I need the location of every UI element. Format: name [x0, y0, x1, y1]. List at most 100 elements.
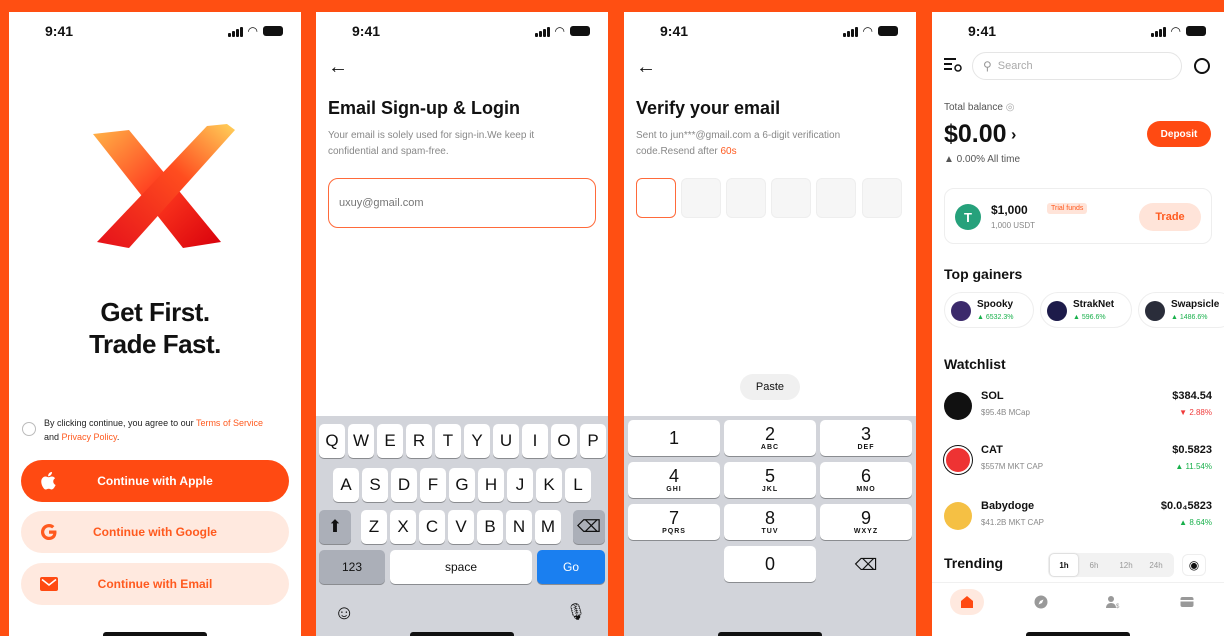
trial-funds-card: T $1,000 Trial funds 1,000 USDT Trade [944, 188, 1212, 244]
terms-checkbox[interactable] [22, 422, 36, 436]
eye-icon[interactable]: ◎ [1006, 102, 1015, 113]
trade-button[interactable]: Trade [1139, 203, 1201, 231]
status-time: 9:41 [45, 23, 74, 39]
keyboard-row: ⬆ ⌫ ZXCVBNM [316, 510, 608, 544]
trending-title: Trending [944, 555, 1004, 571]
backspace-key[interactable]: ⌫ [573, 510, 605, 544]
key-o[interactable]: O [551, 424, 577, 458]
battery-icon [878, 26, 898, 36]
numpad-key-9[interactable]: 9 WXYZ [820, 504, 912, 540]
code-digit-input[interactable] [636, 178, 676, 218]
key-z[interactable]: Z [361, 510, 387, 544]
microphone-icon[interactable]: 🎙 [566, 602, 586, 622]
key-b[interactable]: B [477, 510, 503, 544]
key-s[interactable]: S [362, 468, 388, 502]
home-indicator [410, 632, 514, 636]
shift-key[interactable]: ⬆ [319, 510, 351, 544]
status-bar: 9:41 ◠ [932, 12, 1224, 52]
key-h[interactable]: H [478, 468, 504, 502]
terms-text: By clicking continue, you agree to our T… [44, 418, 263, 442]
key-a[interactable]: A [333, 468, 359, 502]
continue-google-button[interactable]: Continue with Google [21, 511, 289, 553]
timeframe-24h[interactable]: 24h [1142, 554, 1170, 576]
wifi-icon: ◠ [554, 24, 565, 38]
numbers-key[interactable]: 123 [319, 550, 385, 584]
gainer-item[interactable]: StrakNet ▲ 596.6% [1040, 292, 1132, 328]
key-c[interactable]: C [419, 510, 445, 544]
key-p[interactable]: P [580, 424, 606, 458]
timeframe-6h[interactable]: 6h [1080, 554, 1108, 576]
total-balance[interactable]: $0.00 › [944, 120, 1016, 149]
numpad-key-3[interactable]: 3 DEF [820, 420, 912, 456]
token-icon [1047, 301, 1067, 321]
key-q[interactable]: Q [319, 424, 345, 458]
signal-icon [227, 27, 243, 37]
code-digit-input[interactable] [681, 178, 721, 218]
code-digit-input[interactable] [816, 178, 856, 218]
deposit-button[interactable]: Deposit [1147, 121, 1211, 147]
numpad-key-8[interactable]: 8 TUV [724, 504, 816, 540]
continue-email-button[interactable]: Continue with Email [21, 563, 289, 605]
key-t[interactable]: T [435, 424, 461, 458]
top-gainers-title: Top gainers [944, 266, 1023, 282]
key-y[interactable]: Y [464, 424, 490, 458]
tab-earn[interactable]: $ [1096, 589, 1130, 615]
key-k[interactable]: K [536, 468, 562, 502]
watchlist-row[interactable]: Babydoge $41.2B MKT CAP $0.0₄5823 ▲ 8.64… [944, 498, 1212, 538]
space-key[interactable]: space [390, 550, 532, 584]
key-j[interactable]: J [507, 468, 533, 502]
battery-icon [570, 26, 590, 36]
battery-icon [1186, 26, 1206, 36]
timeframe-1h[interactable]: 1h [1050, 554, 1078, 576]
code-digit-input[interactable] [771, 178, 811, 218]
key-r[interactable]: R [406, 424, 432, 458]
paste-button[interactable]: Paste [740, 374, 800, 400]
privacy-policy-link[interactable]: Privacy Policy [62, 432, 117, 442]
key-e[interactable]: E [377, 424, 403, 458]
watchlist-row[interactable]: SOL $95.4B MCap $384.54 ▼ 2.88% [944, 388, 1212, 428]
key-u[interactable]: U [493, 424, 519, 458]
tab-wallet[interactable] [1170, 589, 1204, 615]
delete-key[interactable]: ⌫ [820, 548, 912, 584]
emoji-icon[interactable]: ☺ [334, 602, 354, 625]
numpad-key-6[interactable]: 6 MNO [820, 462, 912, 498]
key-l[interactable]: L [565, 468, 591, 502]
gainer-item[interactable]: Swapsicle ▲ 1486.6% [1138, 292, 1224, 328]
filter-menu-icon[interactable] [944, 56, 962, 72]
back-arrow-icon[interactable]: ← [636, 56, 656, 79]
apple-icon [39, 471, 59, 491]
numpad-key-1[interactable]: 1 [628, 420, 720, 456]
numpad-key-7[interactable]: 7 PQRS [628, 504, 720, 540]
key-f[interactable]: F [420, 468, 446, 502]
code-digit-input[interactable] [726, 178, 766, 218]
back-arrow-icon[interactable]: ← [328, 56, 348, 79]
go-key[interactable]: Go [537, 550, 605, 584]
watchlist-row[interactable]: CAT $557M MKT CAP $0.5823 ▲ 11.54% [944, 442, 1212, 482]
key-m[interactable]: M [535, 510, 561, 544]
key-v[interactable]: V [448, 510, 474, 544]
email-field[interactable] [328, 178, 596, 228]
numpad-key-0[interactable]: 0 [724, 546, 816, 582]
history-clock-icon[interactable] [1194, 58, 1210, 74]
tab-explore[interactable] [1024, 589, 1058, 615]
chain-filter-icon[interactable]: ◉ [1182, 554, 1206, 576]
key-i[interactable]: I [522, 424, 548, 458]
numpad-key-5[interactable]: 5 JKL [724, 462, 816, 498]
numpad-key-2[interactable]: 2 ABC [724, 420, 816, 456]
wifi-icon: ◠ [1170, 24, 1181, 38]
gainer-item[interactable]: Spooky ▲ 6532.3% [944, 292, 1034, 328]
key-w[interactable]: W [348, 424, 374, 458]
key-n[interactable]: N [506, 510, 532, 544]
terms-of-service-link[interactable]: Terms of Service [196, 418, 263, 428]
timeframe-12h[interactable]: 12h [1112, 554, 1140, 576]
numpad-key-4[interactable]: 4 GHI [628, 462, 720, 498]
key-x[interactable]: X [390, 510, 416, 544]
keyboard-row: ASDFGHJKL [316, 468, 608, 502]
search-input[interactable]: ⚲ Search [972, 52, 1182, 80]
code-digit-input[interactable] [862, 178, 902, 218]
tab-home[interactable] [950, 589, 984, 615]
continue-apple-button[interactable]: Continue with Apple [21, 460, 289, 502]
key-d[interactable]: D [391, 468, 417, 502]
search-icon: ⚲ [983, 59, 992, 73]
key-g[interactable]: G [449, 468, 475, 502]
